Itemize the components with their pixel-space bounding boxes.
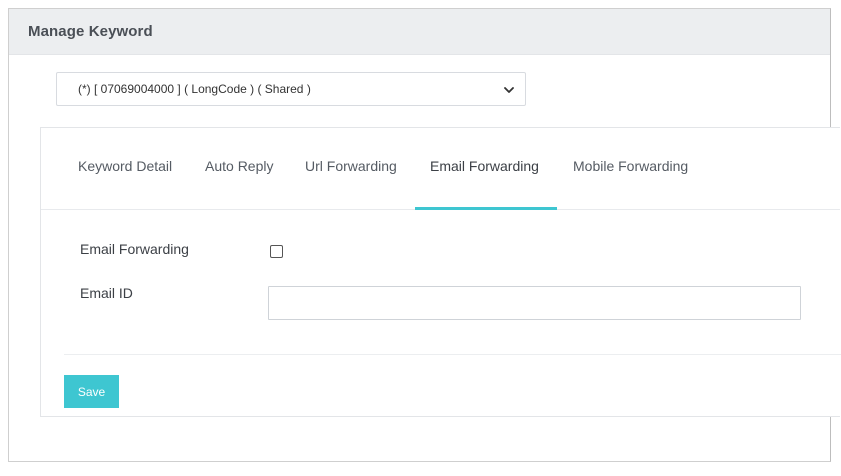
email-forwarding-label: Email Forwarding [80,241,189,257]
form-divider [64,354,841,355]
email-id-label: Email ID [80,285,133,301]
email-forwarding-checkbox[interactable] [270,245,283,258]
manage-keyword-panel: Manage Keyword (*) [ 07069004000 ] ( Lon… [8,8,841,462]
number-select-dropdown[interactable]: (*) [ 07069004000 ] ( LongCode ) ( Share… [56,72,526,106]
tab-keyword-detail[interactable]: Keyword Detail [78,158,172,210]
email-id-input[interactable] [268,286,801,320]
tab-url-forwarding[interactable]: Url Forwarding [305,158,397,210]
panel-header: Manage Keyword [9,9,830,55]
page-title: Manage Keyword [28,23,153,40]
number-select-value: (*) [ 07069004000 ] ( LongCode ) ( Share… [78,82,311,96]
tab-bar: Keyword Detail Auto Reply Url Forwarding… [41,128,840,210]
chevron-down-icon [504,87,514,93]
keyword-settings-card: Keyword Detail Auto Reply Url Forwarding… [40,127,841,417]
save-button[interactable]: Save [64,375,119,408]
tab-email-forwarding[interactable]: Email Forwarding [415,158,557,210]
tab-mobile-forwarding[interactable]: Mobile Forwarding [573,158,688,210]
tab-auto-reply[interactable]: Auto Reply [205,158,273,210]
